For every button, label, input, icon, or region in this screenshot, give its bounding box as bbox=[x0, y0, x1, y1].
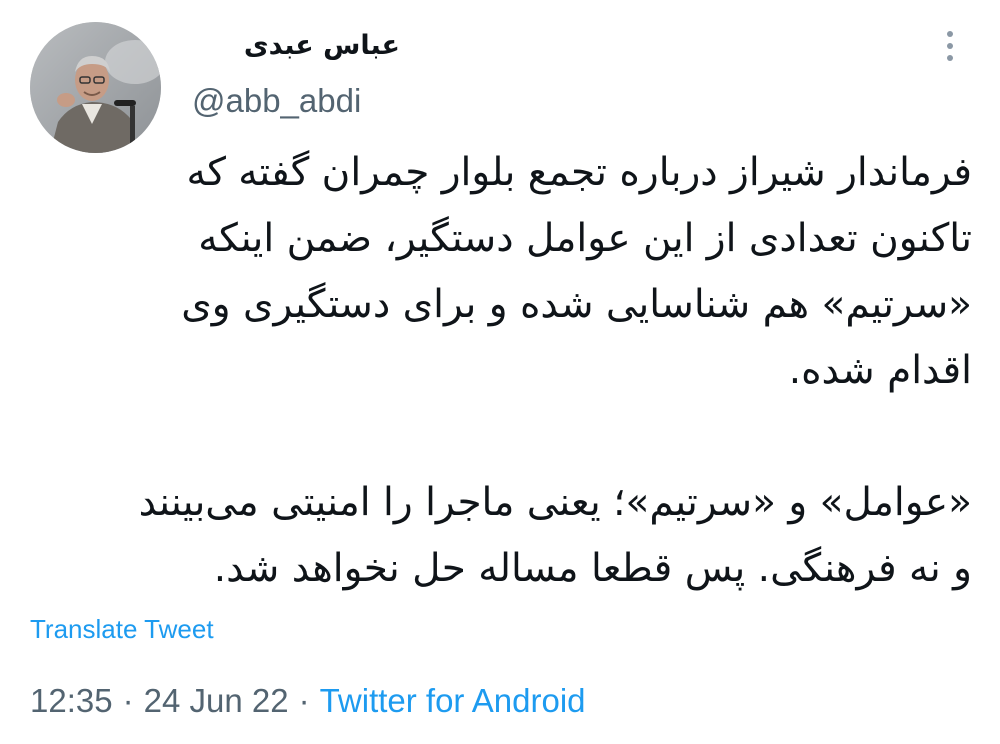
translate-tweet-link[interactable]: Translate Tweet bbox=[30, 614, 214, 645]
tweet-source-link[interactable]: Twitter for Android bbox=[320, 682, 586, 719]
tweet-card: عباس عبدی @abb_abdi فرماندار شیراز دربار… bbox=[0, 0, 1000, 744]
tweet-metadata: 12:35 · 24 Jun 22 · Twitter for Android bbox=[30, 682, 586, 720]
tweet-line: «عوامل» و «سرتیم»؛ یعنی ماجرا را امنیتی … bbox=[138, 480, 972, 525]
tweet-line: تاکنون تعدادی از این عوامل دستگیر، ضمن ا… bbox=[198, 216, 972, 261]
more-dot bbox=[947, 55, 953, 61]
author-display-name[interactable]: عباس عبدی bbox=[244, 30, 400, 61]
tweet-line: «سرتیم» هم شناسایی شده و برای دستگیری وی bbox=[181, 282, 972, 327]
tweet-line: و نه فرهنگی. پس قطعا مساله حل نخواهد شد. bbox=[213, 546, 972, 591]
author-handle[interactable]: @abb_abdi bbox=[192, 82, 361, 120]
meta-separator: · bbox=[298, 682, 310, 719]
avatar[interactable] bbox=[30, 22, 161, 153]
more-dot bbox=[947, 43, 953, 49]
tweet-time[interactable]: 12:35 bbox=[30, 682, 113, 719]
avatar-photo bbox=[30, 22, 161, 153]
more-dot bbox=[947, 31, 953, 37]
tweet-line: اقدام شده. bbox=[788, 348, 972, 393]
tweet-line: فرماندار شیراز درباره تجمع بلوار چمران گ… bbox=[186, 150, 972, 195]
tweet-date[interactable]: 24 Jun 22 bbox=[144, 682, 289, 719]
tweet-text: فرماندار شیراز درباره تجمع بلوار چمران گ… bbox=[22, 140, 972, 602]
more-vertical-icon[interactable] bbox=[932, 28, 968, 64]
paragraph-break bbox=[22, 404, 972, 470]
meta-separator: · bbox=[122, 682, 134, 719]
